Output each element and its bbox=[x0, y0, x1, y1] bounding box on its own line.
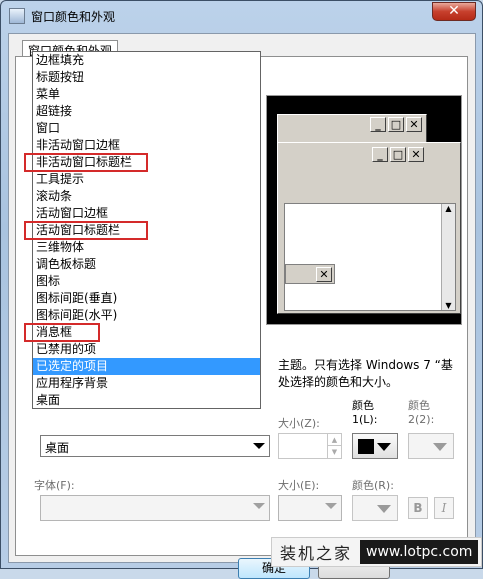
italic-button[interactable]: I bbox=[434, 497, 454, 519]
dropdown-option[interactable]: 滚动条 bbox=[33, 188, 260, 205]
spin-down-icon[interactable]: ▼ bbox=[327, 446, 341, 458]
item-dropdown-list[interactable]: 边框填充 标题按钮 菜单 超链接 窗口 非活动窗口边框 非活动窗口标题栏 工具提示 滚动条 活动窗… bbox=[32, 51, 261, 409]
size1-label: 大小(Z): bbox=[278, 417, 320, 430]
color1-swatch bbox=[358, 439, 374, 454]
description-text: 主题。只有选择 Windows 7 “基 处选择的颜色和大小。 bbox=[278, 357, 463, 391]
color1-label-line2: 1(L): bbox=[352, 413, 378, 426]
description-line-2: 处选择的颜色和大小。 bbox=[278, 375, 399, 389]
dropdown-option[interactable]: 非活动窗口边框 bbox=[33, 137, 260, 154]
preview-maximize-icon: □ bbox=[388, 117, 404, 132]
color1-label-line1: 颜色 bbox=[352, 399, 374, 412]
chevron-down-icon bbox=[253, 443, 265, 449]
preview-close-icon: ✕ bbox=[406, 117, 422, 132]
dropdown-option[interactable]: 标题按钮 bbox=[33, 69, 260, 86]
size2-chevron-down-icon bbox=[325, 503, 337, 509]
preview-active-window: _ □ ✕ ▲ ▼ ✕ bbox=[277, 142, 461, 314]
dropdown-option[interactable]: 超链接 bbox=[33, 103, 260, 120]
color1-label: 颜色 1(L): bbox=[352, 397, 377, 426]
dropdown-option[interactable]: 非活动窗口标题栏 bbox=[33, 154, 260, 171]
dropdown-option[interactable]: 边框填充 bbox=[33, 52, 260, 69]
preview-active-caption-buttons: _ □ ✕ bbox=[372, 147, 424, 162]
font-chevron-down-icon bbox=[253, 503, 265, 509]
preview-scroll-down-icon: ▼ bbox=[445, 301, 452, 310]
dropdown-option[interactable]: 工具提示 bbox=[33, 171, 260, 188]
color3-arrow-icon bbox=[377, 505, 391, 513]
size2-select[interactable] bbox=[278, 495, 342, 521]
color2-arrow-icon bbox=[433, 443, 447, 451]
preview-client-area: ▲ ▼ ✕ bbox=[284, 203, 456, 311]
window-title: 窗口颜色和外观 bbox=[31, 10, 116, 24]
dropdown-option[interactable]: 活动窗口标题栏 bbox=[33, 222, 260, 239]
watermark-brand: 装机之家 bbox=[280, 544, 353, 563]
watermark-url: www.lotpc.com bbox=[360, 540, 479, 564]
color2-button[interactable] bbox=[408, 433, 454, 459]
dropdown-option[interactable]: 已选定的项目 bbox=[33, 358, 260, 375]
preview-msg-close-icon: ✕ bbox=[316, 267, 332, 282]
color2-label-line1: 颜色 bbox=[408, 399, 430, 412]
color2-label: 颜色 2(2): bbox=[408, 397, 434, 426]
preview-active-close-icon: ✕ bbox=[408, 147, 424, 162]
preview-scrollbar: ▲ ▼ bbox=[441, 204, 455, 310]
preview-scroll-up-icon: ▲ bbox=[445, 204, 452, 213]
color2-label-line2: 2(2): bbox=[408, 413, 435, 426]
item-select[interactable]: 桌面 bbox=[40, 435, 270, 457]
bold-button[interactable]: B bbox=[408, 497, 428, 519]
dialog-window: 窗口颜色和外观 ✕ 窗口颜色和外观 _ □ ✕ _ □ ✕ bbox=[0, 0, 483, 579]
preview-caption-buttons: _ □ ✕ bbox=[370, 117, 422, 132]
window-close-button[interactable]: ✕ bbox=[432, 2, 476, 21]
color1-arrow-icon bbox=[377, 443, 391, 451]
title-bar: 窗口颜色和外观 ✕ bbox=[1, 1, 482, 31]
dropdown-option[interactable]: 活动窗口边框 bbox=[33, 205, 260, 222]
dropdown-option[interactable]: 窗口 bbox=[33, 120, 260, 137]
font-select[interactable] bbox=[40, 495, 270, 521]
spin-up-icon[interactable]: ▲ bbox=[327, 434, 341, 446]
dropdown-option[interactable]: 图标 bbox=[33, 273, 260, 290]
dropdown-option[interactable]: 应用程序背景 bbox=[33, 375, 260, 392]
preview-active-maximize-icon: □ bbox=[390, 147, 406, 162]
color3-label: 颜色(R): bbox=[352, 479, 394, 492]
size2-label: 大小(E): bbox=[278, 479, 320, 492]
font-label: 字体(F): bbox=[34, 479, 75, 492]
preview-minimize-icon: _ bbox=[370, 117, 386, 132]
description-line-1: 主题。只有选择 Windows 7 “基 bbox=[278, 358, 453, 372]
dropdown-option[interactable]: 已禁用的项 bbox=[33, 341, 260, 358]
dropdown-option[interactable]: 图标间距(垂直) bbox=[33, 290, 260, 307]
dropdown-option[interactable]: 消息框 bbox=[33, 324, 260, 341]
item-select-value: 桌面 bbox=[45, 441, 70, 455]
color3-button[interactable] bbox=[352, 495, 398, 521]
preview-active-minimize-icon: _ bbox=[372, 147, 388, 162]
preview-message-box: ✕ bbox=[285, 264, 335, 284]
dropdown-option[interactable]: 图标间距(水平) bbox=[33, 307, 260, 324]
dropdown-option[interactable]: 三维物体 bbox=[33, 239, 260, 256]
dropdown-option[interactable]: 菜单 bbox=[33, 86, 260, 103]
color1-button[interactable] bbox=[352, 433, 398, 459]
dropdown-option[interactable]: 桌面 bbox=[33, 392, 260, 408]
watermark: 装机之家 www.lotpc.com bbox=[271, 537, 482, 567]
window-app-icon bbox=[9, 8, 25, 24]
size1-spinner[interactable]: ▲ ▼ bbox=[278, 433, 342, 459]
preview-area[interactable]: _ □ ✕ _ □ ✕ ▲ ▼ ✕ bbox=[266, 95, 462, 325]
dropdown-option[interactable]: 调色板标题 bbox=[33, 256, 260, 273]
